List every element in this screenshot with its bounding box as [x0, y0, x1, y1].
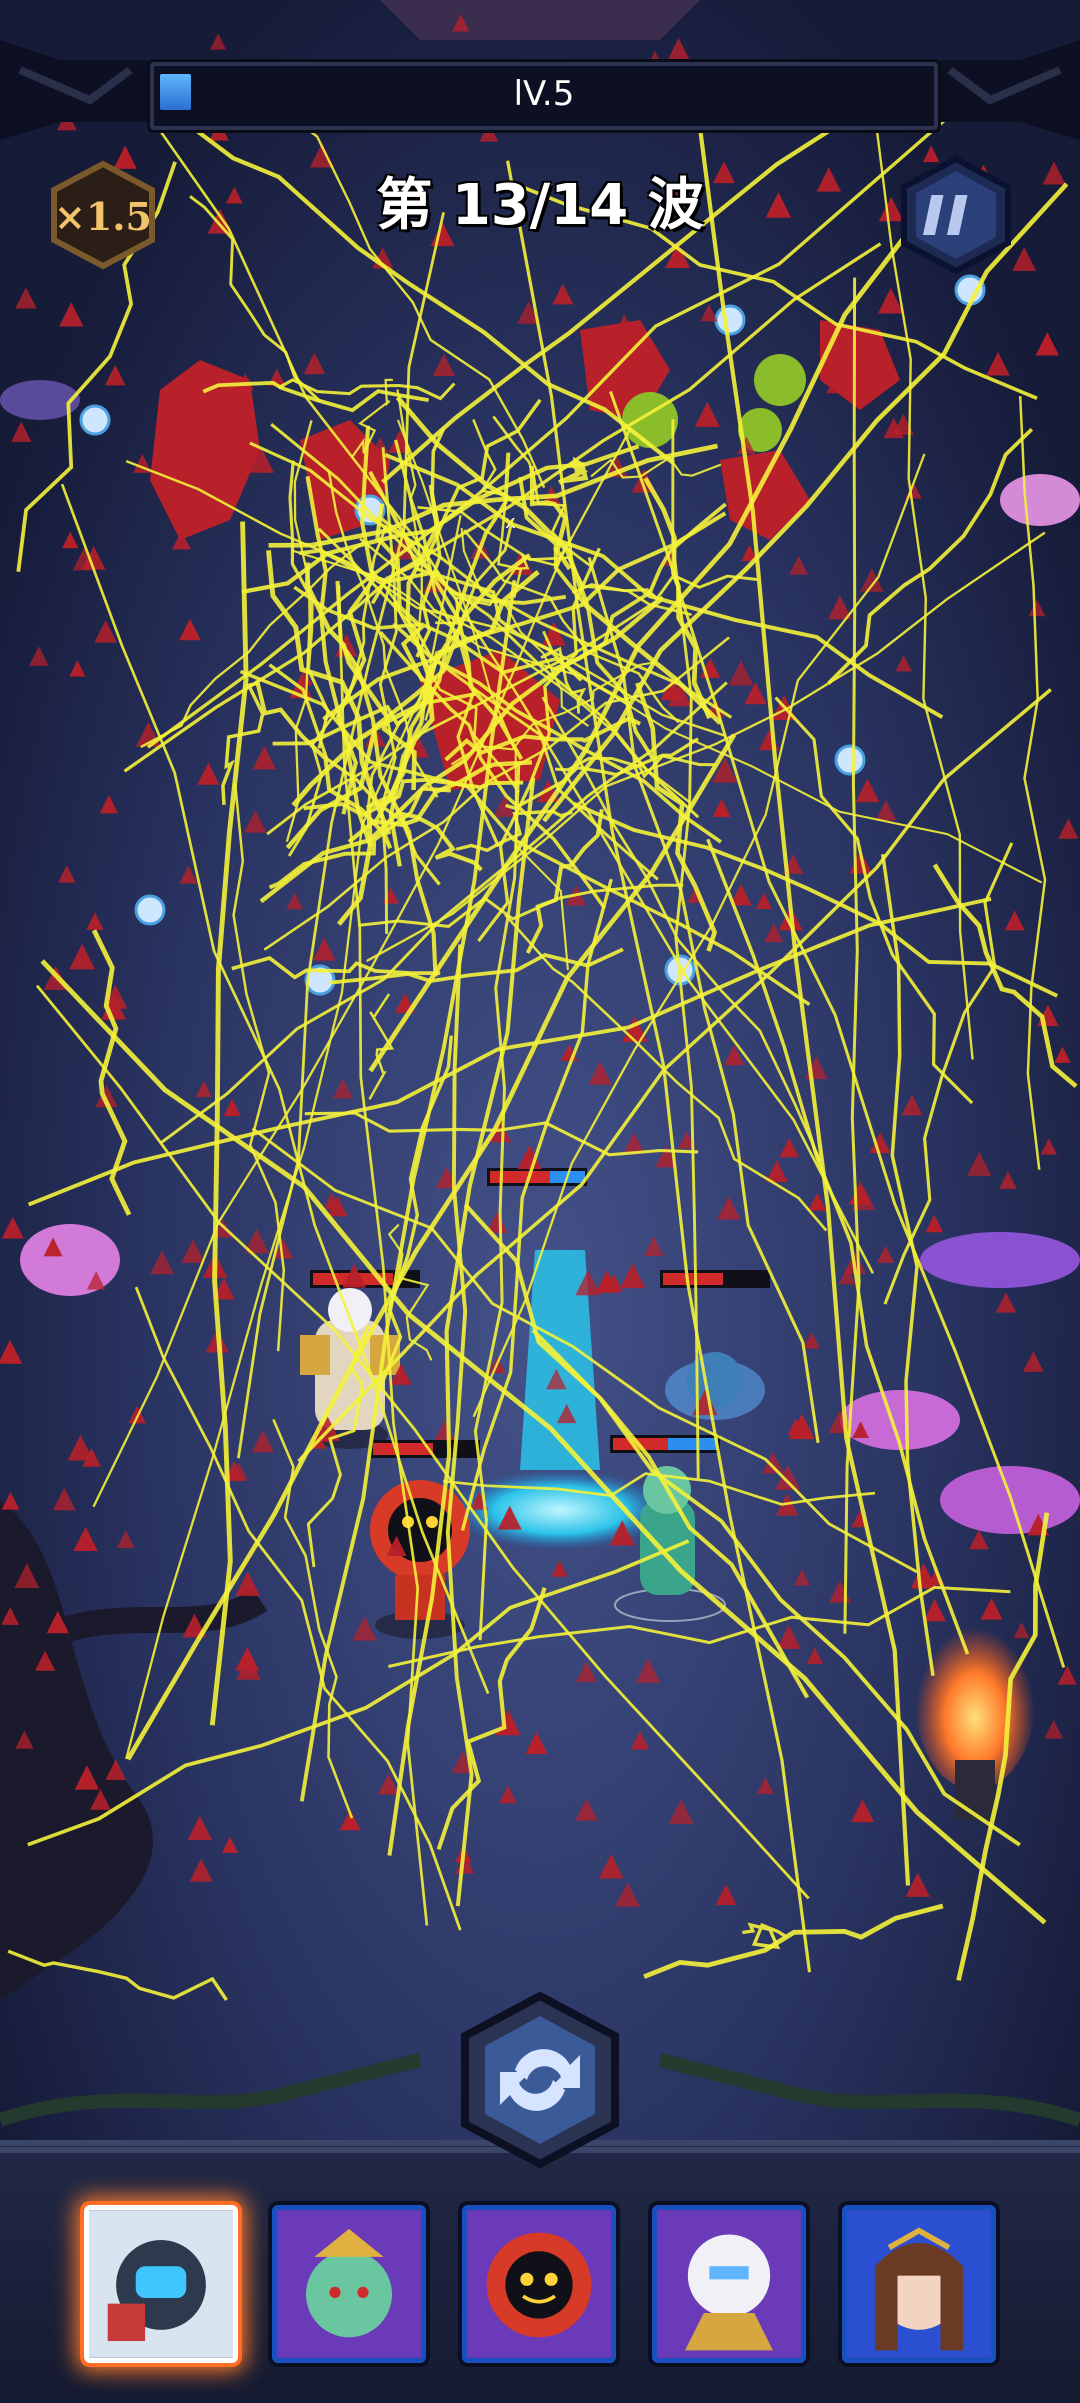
swap-heroes-button[interactable]: [455, 1990, 625, 2170]
game-screen: x lV.5 ×1.5 第 13/14 波: [0, 0, 1080, 2403]
goddess-portrait-icon: [847, 2210, 991, 2358]
paladin-portrait-icon: [657, 2210, 801, 2358]
hero-card-diver-bot-hero[interactable]: [462, 2205, 616, 2363]
hero-card-goddess-hero[interactable]: [842, 2205, 996, 2363]
hero-card-mech-pilot-hero[interactable]: [84, 2205, 238, 2363]
mech-pilot-portrait-icon: [89, 2210, 233, 2358]
refresh-icon: [461, 1991, 619, 2169]
siren-portrait-icon: [277, 2210, 421, 2358]
hero-card-paladin-hero[interactable]: [652, 2205, 806, 2363]
hero-card-siren-hero[interactable]: [272, 2205, 426, 2363]
diver-bot-portrait-icon: [467, 2210, 611, 2358]
